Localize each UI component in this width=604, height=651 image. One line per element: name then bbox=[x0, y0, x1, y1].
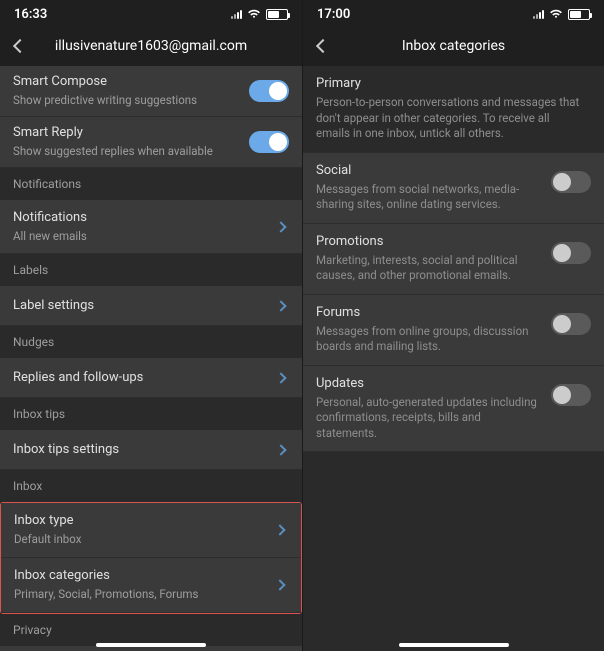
row-sub: Primary, Social, Promotions, Forums bbox=[14, 587, 276, 602]
category-title: Primary bbox=[316, 76, 581, 91]
smart-compose-toggle[interactable] bbox=[249, 80, 289, 102]
inbox-tips-settings-row[interactable]: Inbox tips settings bbox=[0, 430, 302, 470]
screen-header: illusivenature1603@gmail.com bbox=[0, 26, 302, 66]
inbox-categories-screen: 17:00 Inbox categories Primary Person-to… bbox=[302, 0, 604, 651]
category-primary: Primary Person-to-person conversations a… bbox=[303, 66, 604, 153]
replies-followups-row[interactable]: Replies and follow-ups bbox=[0, 358, 302, 398]
chevron-right-icon bbox=[274, 580, 285, 591]
forums-toggle[interactable] bbox=[551, 313, 591, 335]
category-social: Social Messages from social networks, me… bbox=[303, 153, 604, 224]
status-icons bbox=[231, 9, 288, 20]
smart-reply-row: Smart Reply Show suggested replies when … bbox=[0, 117, 302, 168]
time: 17:00 bbox=[317, 7, 350, 22]
category-updates: Updates Personal, auto-generated updates… bbox=[303, 366, 604, 453]
settings-screen: 16:33 illusivenature1603@gmail.com Smart… bbox=[0, 0, 302, 651]
row-title: Smart Compose bbox=[13, 74, 249, 91]
section-nudges: Nudges bbox=[0, 326, 302, 358]
category-desc: Person-to-person conversations and messa… bbox=[316, 95, 581, 142]
status-icons bbox=[533, 9, 590, 20]
chevron-right-icon bbox=[275, 372, 286, 383]
chevron-left-icon bbox=[316, 39, 330, 53]
header-title: Inbox categories bbox=[402, 38, 505, 54]
category-title: Promotions bbox=[316, 234, 541, 249]
category-desc: Messages from online groups, discussion … bbox=[316, 324, 541, 355]
category-forums: Forums Messages from online groups, disc… bbox=[303, 295, 604, 366]
time: 16:33 bbox=[14, 7, 47, 22]
row-sub: Show suggested replies when available bbox=[13, 144, 249, 159]
home-indicator[interactable] bbox=[399, 643, 509, 647]
section-notifications: Notifications bbox=[0, 168, 302, 200]
section-inbox: Inbox bbox=[0, 470, 302, 502]
chevron-right-icon bbox=[275, 221, 286, 232]
row-title: Replies and follow-ups bbox=[13, 370, 277, 387]
status-bar: 17:00 bbox=[303, 0, 604, 26]
category-title: Forums bbox=[316, 305, 541, 320]
row-sub: Show predictive writing suggestions bbox=[13, 93, 249, 108]
battery-icon bbox=[266, 9, 288, 20]
chevron-right-icon bbox=[275, 444, 286, 455]
back-button[interactable] bbox=[10, 36, 30, 56]
chevron-left-icon bbox=[13, 39, 27, 53]
settings-list[interactable]: Smart Compose Show predictive writing su… bbox=[0, 66, 302, 651]
social-toggle[interactable] bbox=[551, 171, 591, 193]
inbox-categories-row[interactable]: Inbox categories Primary, Social, Promot… bbox=[1, 558, 301, 613]
notifications-row[interactable]: Notifications All new emails bbox=[0, 200, 302, 255]
row-title: Label settings bbox=[13, 298, 277, 315]
label-settings-row[interactable]: Label settings bbox=[0, 286, 302, 326]
section-inbox-tips: Inbox tips bbox=[0, 398, 302, 430]
row-title: Inbox type bbox=[14, 513, 276, 530]
category-desc: Marketing, interests, social and politic… bbox=[316, 253, 541, 284]
chevron-right-icon bbox=[275, 300, 286, 311]
category-title: Updates bbox=[316, 376, 541, 391]
back-button[interactable] bbox=[313, 36, 333, 56]
home-indicator[interactable] bbox=[96, 643, 206, 647]
category-desc: Messages from social networks, media-sha… bbox=[316, 182, 541, 213]
header-title: illusivenature1603@gmail.com bbox=[55, 38, 247, 54]
row-title: Smart Reply bbox=[13, 125, 249, 142]
category-promotions: Promotions Marketing, interests, social … bbox=[303, 224, 604, 295]
row-sub: Default inbox bbox=[14, 532, 276, 547]
signal-icon bbox=[533, 10, 544, 19]
category-desc: Personal, auto-generated updates includi… bbox=[316, 395, 541, 442]
section-privacy: Privacy bbox=[0, 614, 302, 646]
battery-icon bbox=[568, 9, 590, 20]
status-bar: 16:33 bbox=[0, 0, 302, 26]
row-title: Inbox tips settings bbox=[13, 442, 277, 459]
categories-list[interactable]: Primary Person-to-person conversations a… bbox=[303, 66, 604, 651]
row-title: Notifications bbox=[13, 210, 277, 227]
smart-compose-row: Smart Compose Show predictive writing su… bbox=[0, 66, 302, 117]
inbox-highlight: Inbox type Default inbox Inbox categorie… bbox=[0, 502, 302, 614]
section-labels: Labels bbox=[0, 254, 302, 286]
screen-header: Inbox categories bbox=[303, 26, 604, 66]
chevron-right-icon bbox=[274, 525, 285, 536]
signal-icon bbox=[231, 10, 242, 19]
row-sub: All new emails bbox=[13, 229, 277, 244]
smart-reply-toggle[interactable] bbox=[249, 131, 289, 153]
row-title: Inbox categories bbox=[14, 568, 276, 585]
wifi-icon bbox=[247, 9, 261, 19]
promotions-toggle[interactable] bbox=[551, 242, 591, 264]
updates-toggle[interactable] bbox=[551, 384, 591, 406]
inbox-type-row[interactable]: Inbox type Default inbox bbox=[1, 503, 301, 558]
wifi-icon bbox=[549, 9, 563, 19]
category-title: Social bbox=[316, 163, 541, 178]
